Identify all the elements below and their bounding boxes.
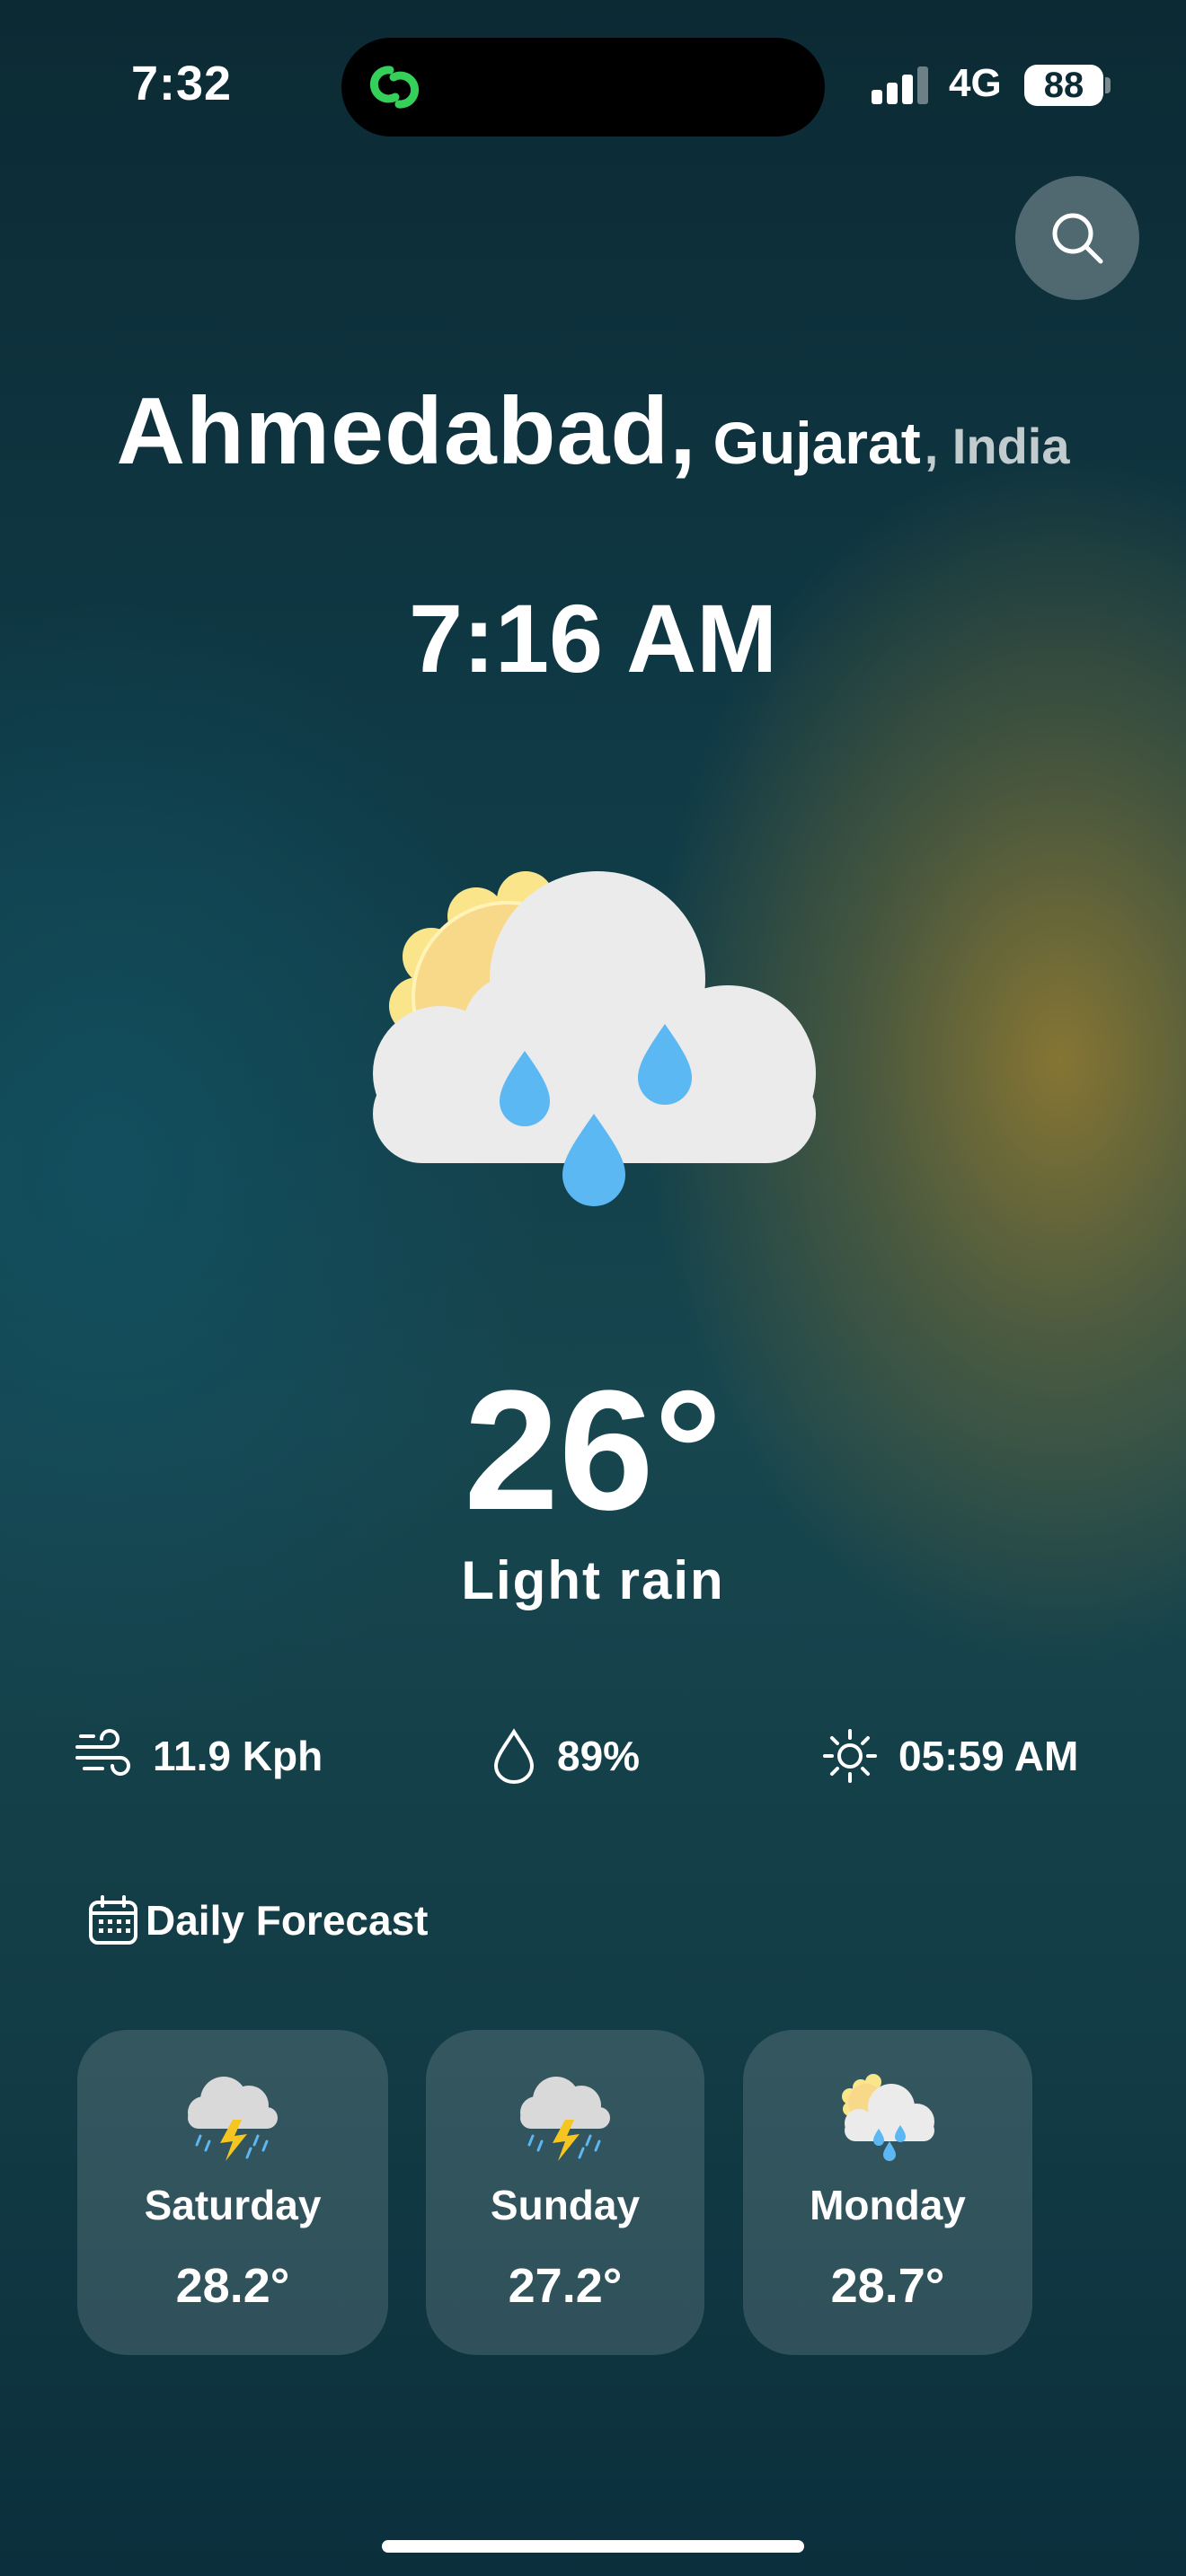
- network-type: 4G: [949, 61, 1002, 105]
- current-temperature: 26°: [464, 1355, 722, 1546]
- partly-cloudy-rain-icon: [373, 871, 816, 1206]
- wind-speed-value: 11.9 Kph: [153, 1733, 323, 1779]
- daily-forecast-label: Daily Forecast: [146, 1897, 429, 1944]
- location-heading: Ahmedabad, Gujarat, India: [0, 377, 1186, 486]
- wind-icon: [75, 1729, 130, 1776]
- weather-condition: Light rain: [461, 1550, 725, 1610]
- home-indicator[interactable]: [382, 2540, 804, 2553]
- forecast-card-sunday[interactable]: Sunday 27.2°: [426, 2030, 704, 2355]
- forecast-temp: 27.2°: [508, 2259, 623, 2313]
- forecast-day: Saturday: [144, 2182, 322, 2228]
- dynamic-island: [341, 38, 825, 137]
- country-name: , India: [924, 418, 1070, 474]
- humidity-value: 89%: [557, 1733, 641, 1779]
- calendar-icon: [89, 1895, 137, 1945]
- water-drop-icon: [493, 1728, 535, 1784]
- battery-indicator: 88: [1024, 65, 1103, 106]
- state-name: Gujarat: [712, 410, 921, 476]
- forecast-card-monday[interactable]: Monday 28.7°: [743, 2030, 1032, 2355]
- wind-speed: 11.9 Kph: [74, 1725, 323, 1787]
- forecast-day: Sunday: [490, 2182, 641, 2228]
- city-name: Ahmedabad,: [116, 378, 697, 484]
- sunrise-value: 05:59 AM: [898, 1733, 1079, 1779]
- local-time: 7:16 AM: [408, 584, 778, 693]
- status-time: 7:32: [131, 57, 233, 110]
- cellular-signal-icon: [872, 66, 928, 104]
- battery-cap: [1105, 77, 1111, 93]
- sunrise-time: 05:59 AM: [821, 1725, 1078, 1787]
- sun-icon: [823, 1729, 877, 1783]
- forecast-day: Monday: [810, 2182, 966, 2228]
- search-icon: [1052, 213, 1103, 264]
- link-icon: [369, 66, 420, 109]
- forecast-card-saturday[interactable]: Saturday 28.2°: [77, 2030, 388, 2355]
- search-button[interactable]: [1015, 176, 1139, 300]
- thunderstorm-rain-icon: [188, 2077, 278, 2161]
- thunderstorm-rain-icon: [520, 2077, 610, 2161]
- forecast-temp: 28.2°: [175, 2259, 290, 2313]
- daily-forecast-heading: Daily Forecast: [86, 1893, 428, 1947]
- forecast-temp: 28.7°: [830, 2259, 945, 2313]
- partly-cloudy-rain-icon: [842, 2074, 934, 2161]
- humidity: 89%: [491, 1725, 640, 1787]
